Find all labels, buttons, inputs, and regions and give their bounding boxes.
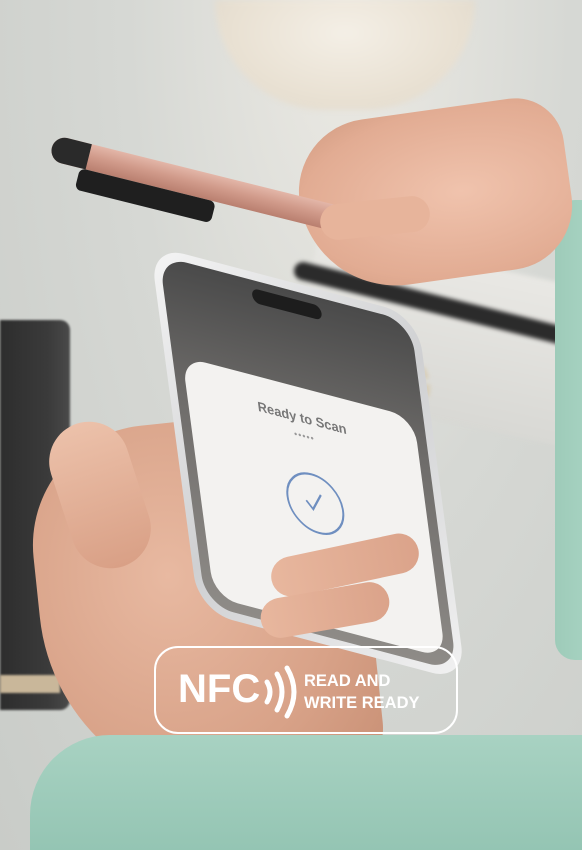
nfc-badge: NFC READ AND WRITE READY [154, 646, 458, 734]
background-vase [215, 0, 475, 110]
checkmark-icon [282, 465, 349, 542]
pen-tip [48, 135, 92, 170]
right-sleeve [555, 200, 582, 660]
product-photo: Ready to Scan ••••• Cancel NFC READ AND [0, 0, 582, 850]
nfc-caption: READ AND WRITE READY [304, 670, 420, 714]
nfc-logo-text: NFC [178, 667, 261, 711]
nfc-caption-line2: WRITE READY [304, 694, 420, 712]
notebook-edge [0, 675, 60, 693]
nfc-waves-icon [264, 665, 297, 719]
nfc-caption-line1: READ AND [304, 672, 391, 690]
mint-sleeve [30, 735, 582, 850]
